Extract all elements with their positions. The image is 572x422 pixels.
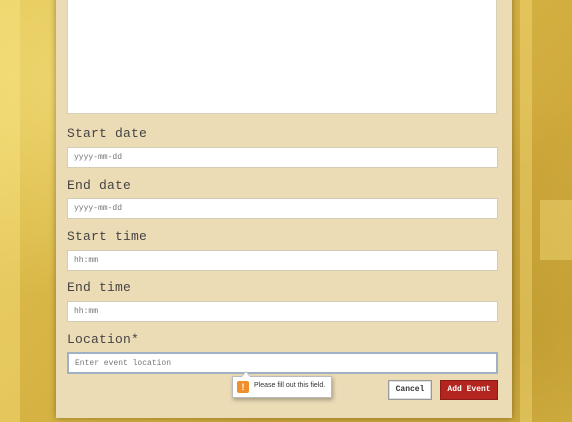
validation-message: Please fill out this field.	[254, 382, 326, 389]
validation-tooltip: ! Please fill out this field.	[232, 371, 332, 398]
location-label: Location*	[67, 332, 140, 347]
start-date-label: Start date	[67, 126, 148, 141]
end-date-label: End date	[67, 178, 132, 193]
end-time-label: End time	[67, 280, 132, 295]
start-date-field[interactable]	[67, 147, 498, 168]
end-time-field[interactable]	[67, 301, 498, 322]
warning-icon: !	[237, 381, 249, 393]
start-time-label: Start time	[67, 229, 148, 244]
cancel-button[interactable]: Cancel	[388, 380, 432, 400]
start-time-field[interactable]	[67, 250, 498, 271]
add-event-button[interactable]: Add Event	[440, 380, 498, 400]
description-textarea[interactable]	[67, 0, 497, 114]
location-field[interactable]	[67, 352, 498, 374]
add-event-dialog: Start date End date Start time End time …	[56, 0, 512, 418]
end-date-field[interactable]	[67, 198, 498, 219]
